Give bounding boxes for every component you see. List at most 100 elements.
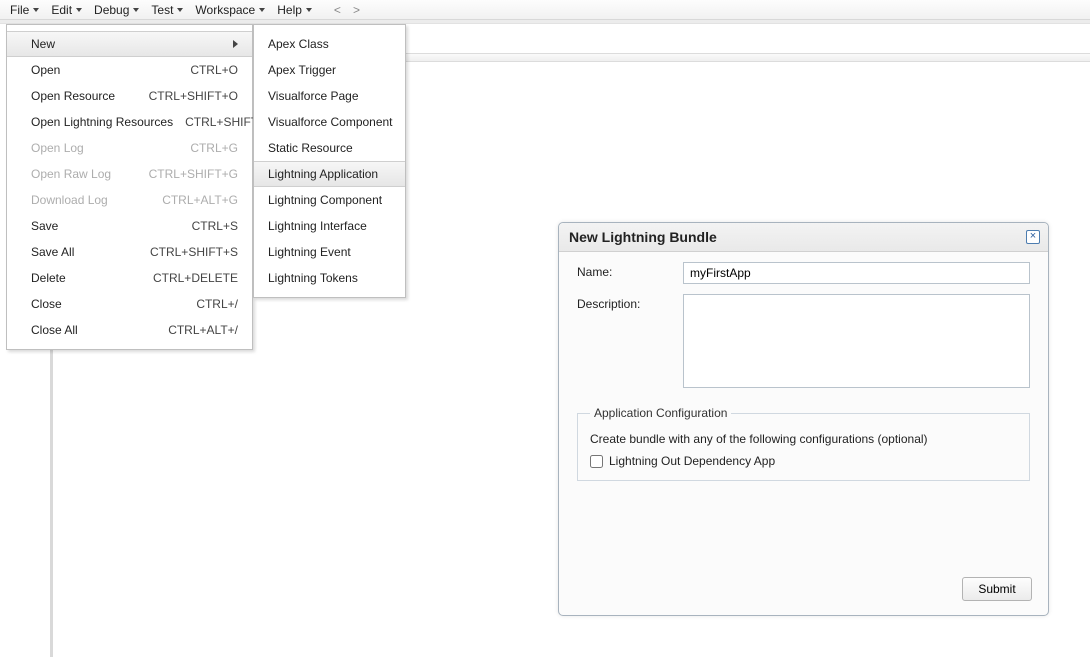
chevron-right-icon bbox=[233, 40, 238, 48]
file-menu-close-all-label: Close All bbox=[31, 323, 78, 337]
menu-help[interactable]: Help bbox=[271, 1, 318, 19]
caret-icon bbox=[259, 8, 265, 12]
menu-test-label: Test bbox=[151, 3, 173, 17]
file-menu-save-all[interactable]: Save All CTRL+SHIFT+S bbox=[7, 239, 252, 265]
menu-workspace[interactable]: Workspace bbox=[189, 1, 271, 19]
new-apex-class-label: Apex Class bbox=[268, 37, 329, 51]
submit-button[interactable]: Submit bbox=[962, 577, 1032, 601]
name-input[interactable] bbox=[683, 262, 1030, 284]
name-row: Name: bbox=[577, 262, 1030, 284]
new-visualforce-component-label: Visualforce Component bbox=[268, 115, 393, 129]
description-label: Description: bbox=[577, 294, 683, 388]
file-menu-open-lightning-label: Open Lightning Resources bbox=[31, 115, 173, 129]
menu-debug[interactable]: Debug bbox=[88, 1, 145, 19]
file-menu-open-raw-log-shortcut: CTRL+SHIFT+G bbox=[149, 167, 238, 181]
file-menu-close[interactable]: Close CTRL+/ bbox=[7, 291, 252, 317]
file-menu-open-resource-shortcut: CTRL+SHIFT+O bbox=[149, 89, 238, 103]
caret-icon bbox=[306, 8, 312, 12]
file-menu-save-all-shortcut: CTRL+SHIFT+S bbox=[150, 245, 238, 259]
new-visualforce-page[interactable]: Visualforce Page bbox=[254, 83, 405, 109]
new-visualforce-page-label: Visualforce Page bbox=[268, 89, 359, 103]
new-static-resource-label: Static Resource bbox=[268, 141, 353, 155]
file-menu-open-lightning[interactable]: Open Lightning Resources CTRL+SHIFT+A bbox=[7, 109, 252, 135]
file-menu-download-log-label: Download Log bbox=[31, 193, 108, 207]
lightning-out-dependency-label: Lightning Out Dependency App bbox=[609, 454, 775, 468]
new-lightning-event[interactable]: Lightning Event bbox=[254, 239, 405, 265]
file-menu-open-resource[interactable]: Open Resource CTRL+SHIFT+O bbox=[7, 83, 252, 109]
new-lightning-component-label: Lightning Component bbox=[268, 193, 382, 207]
file-menu-close-shortcut: CTRL+/ bbox=[196, 297, 238, 311]
menu-debug-label: Debug bbox=[94, 3, 129, 17]
new-submenu: Apex Class Apex Trigger Visualforce Page… bbox=[253, 24, 406, 298]
file-menu-open-log-label: Open Log bbox=[31, 141, 84, 155]
chevron-left-icon: < bbox=[334, 3, 341, 17]
file-menu-open-shortcut: CTRL+O bbox=[190, 63, 238, 77]
new-lightning-event-label: Lightning Event bbox=[268, 245, 351, 259]
menu-file[interactable]: File bbox=[4, 1, 45, 19]
new-apex-class[interactable]: Apex Class bbox=[254, 31, 405, 57]
file-menu-open-log-shortcut: CTRL+G bbox=[190, 141, 238, 155]
lightning-out-dependency-checkbox[interactable] bbox=[590, 455, 603, 468]
caret-icon bbox=[33, 8, 39, 12]
file-menu-open-label: Open bbox=[31, 63, 60, 77]
file-menu-dropdown: New Open CTRL+O Open Resource CTRL+SHIFT… bbox=[6, 24, 253, 350]
dialog-body: Name: Description: Application Configura… bbox=[559, 252, 1048, 567]
dialog-close-button[interactable]: × bbox=[1026, 230, 1040, 244]
new-lightning-bundle-dialog: New Lightning Bundle × Name: Description… bbox=[558, 222, 1049, 616]
new-lightning-tokens-label: Lightning Tokens bbox=[268, 271, 358, 285]
file-menu-download-log[interactable]: Download Log CTRL+ALT+G bbox=[7, 187, 252, 213]
file-menu-save-shortcut: CTRL+S bbox=[192, 219, 238, 233]
menu-test[interactable]: Test bbox=[145, 1, 189, 19]
caret-icon bbox=[76, 8, 82, 12]
menubar: File Edit Debug Test Workspace Help < > bbox=[0, 0, 1090, 20]
new-lightning-interface-label: Lightning Interface bbox=[268, 219, 367, 233]
nav-forward-button[interactable]: > bbox=[347, 1, 366, 19]
file-menu-open[interactable]: Open CTRL+O bbox=[7, 57, 252, 83]
caret-icon bbox=[133, 8, 139, 12]
menu-workspace-label: Workspace bbox=[195, 3, 255, 17]
new-apex-trigger-label: Apex Trigger bbox=[268, 63, 336, 77]
file-menu-close-all-shortcut: CTRL+ALT+/ bbox=[168, 323, 238, 337]
new-lightning-interface[interactable]: Lightning Interface bbox=[254, 213, 405, 239]
name-label: Name: bbox=[577, 262, 683, 284]
dialog-title-text: New Lightning Bundle bbox=[569, 229, 717, 245]
file-menu-save-label: Save bbox=[31, 219, 58, 233]
menu-file-label: File bbox=[10, 3, 29, 17]
new-lightning-tokens[interactable]: Lightning Tokens bbox=[254, 265, 405, 291]
new-lightning-application[interactable]: Lightning Application bbox=[254, 161, 405, 187]
new-visualforce-component[interactable]: Visualforce Component bbox=[254, 109, 405, 135]
lightning-out-dependency-row[interactable]: Lightning Out Dependency App bbox=[590, 454, 1017, 468]
dialog-titlebar: New Lightning Bundle × bbox=[559, 223, 1048, 252]
file-menu-delete-label: Delete bbox=[31, 271, 66, 285]
new-lightning-component[interactable]: Lightning Component bbox=[254, 187, 405, 213]
application-configuration-legend: Application Configuration bbox=[590, 406, 731, 420]
file-menu-download-log-shortcut: CTRL+ALT+G bbox=[162, 193, 238, 207]
description-row: Description: bbox=[577, 294, 1030, 388]
caret-icon bbox=[177, 8, 183, 12]
description-input[interactable] bbox=[683, 294, 1030, 388]
chevron-right-icon: > bbox=[353, 3, 360, 17]
file-menu-new[interactable]: New bbox=[7, 31, 252, 57]
file-menu-close-label: Close bbox=[31, 297, 62, 311]
application-configuration-text: Create bundle with any of the following … bbox=[590, 432, 1017, 446]
file-menu-open-log[interactable]: Open Log CTRL+G bbox=[7, 135, 252, 161]
new-lightning-application-label: Lightning Application bbox=[268, 167, 378, 181]
application-configuration-group: Application Configuration Create bundle … bbox=[577, 406, 1030, 481]
file-menu-open-resource-label: Open Resource bbox=[31, 89, 115, 103]
close-icon: × bbox=[1030, 230, 1036, 242]
file-menu-close-all[interactable]: Close All CTRL+ALT+/ bbox=[7, 317, 252, 343]
file-menu-delete-shortcut: CTRL+DELETE bbox=[153, 271, 238, 285]
new-static-resource[interactable]: Static Resource bbox=[254, 135, 405, 161]
file-menu-delete[interactable]: Delete CTRL+DELETE bbox=[7, 265, 252, 291]
nav-back-button[interactable]: < bbox=[328, 1, 347, 19]
file-menu-new-label: New bbox=[31, 37, 55, 51]
menu-edit-label: Edit bbox=[51, 3, 72, 17]
menu-help-label: Help bbox=[277, 3, 302, 17]
file-menu-open-raw-log[interactable]: Open Raw Log CTRL+SHIFT+G bbox=[7, 161, 252, 187]
file-menu-save[interactable]: Save CTRL+S bbox=[7, 213, 252, 239]
menu-edit[interactable]: Edit bbox=[45, 1, 88, 19]
file-menu-open-raw-log-label: Open Raw Log bbox=[31, 167, 111, 181]
dialog-footer: Submit bbox=[559, 567, 1048, 615]
submit-button-label: Submit bbox=[978, 582, 1015, 596]
new-apex-trigger[interactable]: Apex Trigger bbox=[254, 57, 405, 83]
